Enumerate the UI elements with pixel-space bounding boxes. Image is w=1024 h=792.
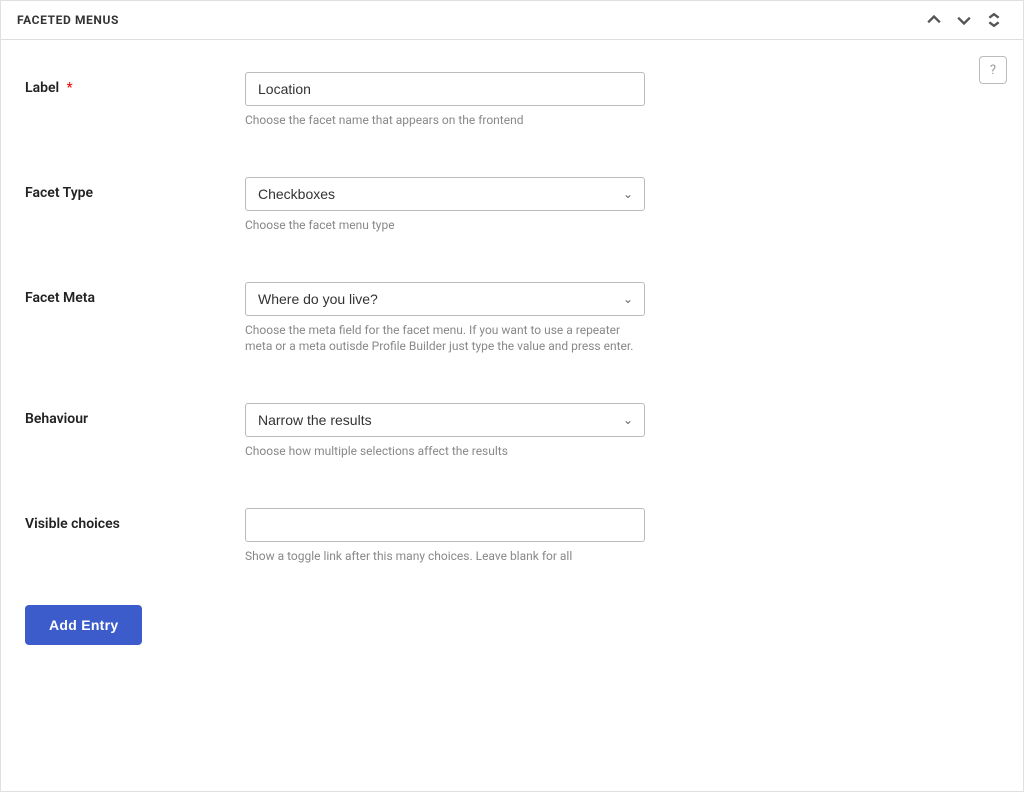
behaviour-select-wrap: Narrow the results Widen the results ⌄ [245, 403, 645, 437]
visible-choices-label: Visible choices [25, 516, 120, 532]
facet-meta-select[interactable]: Where do you live? City State Country Re… [245, 282, 645, 316]
facet-type-select[interactable]: Checkboxes Radio Dropdown Range Slider S… [245, 177, 645, 211]
facet-meta-select-wrap: Where do you live? City State Country Re… [245, 282, 645, 316]
label-field-label-col: Label * [25, 72, 245, 96]
facet-type-select-wrap: Checkboxes Radio Dropdown Range Slider S… [245, 177, 645, 211]
behaviour-hint: Choose how multiple selections affect th… [245, 443, 645, 460]
visible-choices-hint: Show a toggle link after this many choic… [245, 548, 645, 565]
header-controls [921, 11, 1007, 29]
facet-meta-control-col: Where do you live? City State Country Re… [245, 282, 645, 356]
behaviour-select[interactable]: Narrow the results Widen the results [245, 403, 645, 437]
visible-choices-label-col: Visible choices [25, 508, 245, 532]
page-title: FACETED MENUS [17, 13, 119, 27]
behaviour-label-col: Behaviour [25, 403, 245, 427]
behaviour-field-row: Behaviour Narrow the results Widen the r… [25, 387, 999, 460]
help-icon[interactable]: ? [979, 56, 1007, 84]
label-field-control-col: Choose the facet name that appears on th… [245, 72, 645, 129]
visible-choices-field-row: Visible choices Show a toggle link after… [25, 492, 999, 565]
help-icon-wrap: ? [979, 56, 1007, 84]
facet-type-control-col: Checkboxes Radio Dropdown Range Slider S… [245, 177, 645, 234]
label-field-label: Label [25, 80, 59, 96]
facet-meta-field-row: Facet Meta Where do you live? City State… [25, 266, 999, 356]
facet-type-label-col: Facet Type [25, 177, 245, 201]
visible-choices-input[interactable] [245, 508, 645, 542]
page-header: FACETED MENUS [1, 1, 1023, 40]
label-field-hint: Choose the facet name that appears on th… [245, 112, 645, 129]
facet-meta-label: Facet Meta [25, 290, 95, 306]
label-required-star: * [67, 80, 73, 96]
behaviour-control-col: Narrow the results Widen the results ⌄ C… [245, 403, 645, 460]
label-input[interactable] [245, 72, 645, 106]
facet-type-label: Facet Type [25, 185, 93, 201]
move-up-button[interactable] [921, 11, 947, 29]
facet-type-hint: Choose the facet menu type [245, 217, 645, 234]
behaviour-label: Behaviour [25, 411, 88, 427]
form-content: ? Label * Choose the facet name that app… [1, 40, 1023, 685]
expand-button[interactable] [981, 11, 1007, 29]
facet-meta-label-col: Facet Meta [25, 282, 245, 306]
label-field-row: Label * Choose the facet name that appea… [25, 56, 999, 129]
facet-type-field-row: Facet Type Checkboxes Radio Dropdown Ran… [25, 161, 999, 234]
facet-meta-hint: Choose the meta field for the facet menu… [245, 322, 645, 356]
visible-choices-control-col: Show a toggle link after this many choic… [245, 508, 645, 565]
footer-row: Add Entry [25, 597, 999, 645]
add-entry-button[interactable]: Add Entry [25, 605, 142, 645]
move-down-button[interactable] [951, 11, 977, 29]
